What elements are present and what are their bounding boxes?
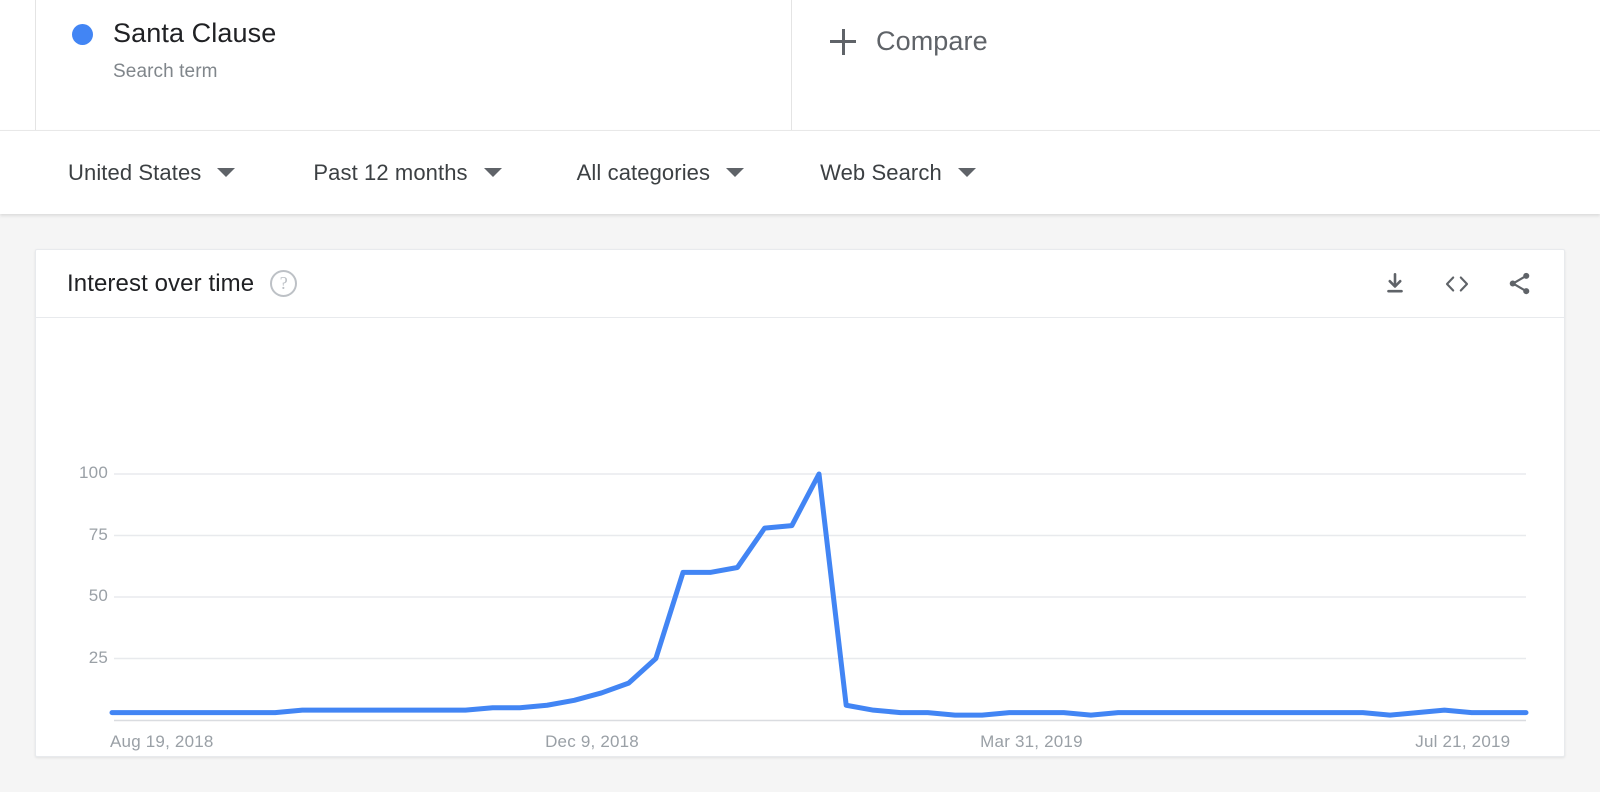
x-axis-tick: Jul 21, 2019 [1415, 732, 1511, 751]
help-icon[interactable]: ? [270, 270, 298, 297]
share-icon[interactable] [1502, 267, 1536, 301]
filter-time-range-label: Past 12 months [313, 159, 468, 185]
compare-label: Compare [876, 26, 988, 56]
card-actions [1378, 267, 1536, 301]
card-title: Interest over time [67, 269, 255, 297]
chevron-down-icon [957, 168, 976, 177]
chevron-down-icon [217, 168, 236, 177]
x-axis-tick: Aug 19, 2018 [110, 732, 214, 751]
series-color-dot [72, 23, 93, 45]
chevron-down-icon [483, 168, 502, 177]
x-axis-labels: Aug 19, 2018 Dec 9, 2018 Mar 31, 2019 Jul 2… [36, 318, 1564, 756]
filter-category-label: All categories [576, 159, 711, 185]
interest-over-time-card: Interest over time ? 25 50 75 100 Aug 19… [35, 249, 1565, 757]
filter-bar: United States Past 12 months All categor… [0, 130, 1600, 214]
search-term-subtitle: Search term [113, 61, 218, 82]
filter-search-type-label: Web Search [820, 159, 942, 185]
search-term-title: Santa Clause [113, 18, 277, 49]
search-term-row: Santa Clause [72, 12, 791, 56]
search-term-card[interactable]: Santa Clause Search term [35, 0, 792, 130]
card-header: Interest over time ? [36, 250, 1564, 318]
plus-icon [830, 28, 856, 55]
google-trends-page: Santa Clause Search term Compare United … [0, 0, 1600, 792]
chevron-down-icon [726, 168, 745, 177]
filter-search-type[interactable]: Web Search [820, 160, 976, 186]
interest-over-time-chart[interactable]: 25 50 75 100 Aug 19, 2018 Dec 9, 2018 Mar 31,… [36, 318, 1564, 756]
filter-category[interactable]: All categories [576, 159, 745, 186]
filter-location[interactable]: United States [68, 159, 236, 186]
page-body: Interest over time ? 25 50 75 100 Aug 19… [0, 214, 1600, 792]
download-icon[interactable] [1378, 267, 1412, 301]
add-comparison-button[interactable]: Compare [830, 26, 988, 57]
search-term-bar: Santa Clause Search term Compare [0, 0, 1600, 130]
x-axis-tick: Dec 9, 2018 [545, 732, 639, 751]
filter-location-label: United States [68, 159, 202, 185]
x-axis-tick: Mar 31, 2019 [980, 732, 1083, 751]
filter-time-range[interactable]: Past 12 months [313, 159, 502, 186]
embed-code-icon[interactable] [1440, 267, 1474, 301]
compare-card: Compare [792, 0, 1600, 130]
